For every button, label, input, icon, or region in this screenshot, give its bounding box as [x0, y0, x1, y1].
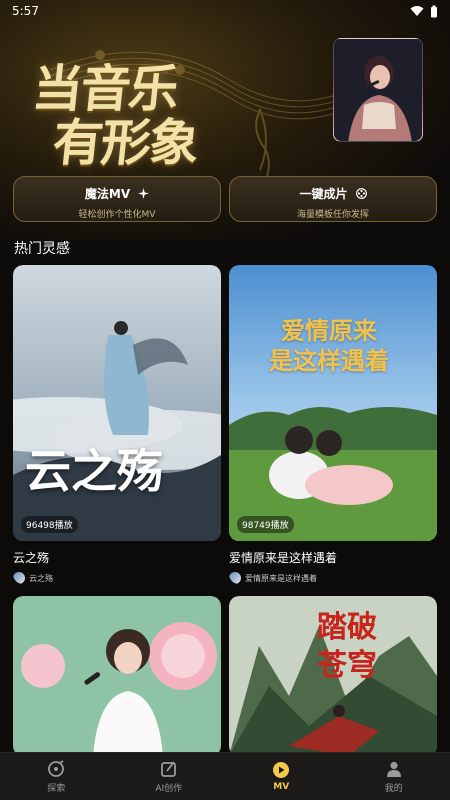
tab-mv-label: MV [273, 782, 290, 792]
section-title: 热门灵感 [14, 241, 70, 257]
inspiration-card[interactable]: 云之殇 96498播放 云之殇 云之殇 [13, 265, 221, 584]
magic-mv-subtitle: 轻松创作个性化MV [78, 210, 156, 220]
card-art-title-line2: 苍穹 [317, 648, 377, 683]
card-author: 云之殇 [13, 572, 221, 584]
inspiration-card[interactable] [13, 596, 221, 756]
card-art-title-line2: 是这样遇着 [269, 346, 389, 375]
sparkle-icon [138, 188, 150, 199]
hero-title-line2: 有形象 [50, 113, 201, 172]
card-title: 云之殇 [13, 551, 50, 565]
card-author-name: 云之殇 [29, 573, 53, 583]
profile-icon [386, 761, 401, 777]
inspiration-card[interactable]: 爱情原来 是这样遇着 98749播放 爱情原来是这样遇着 爱情原来是这样遇着 [229, 265, 437, 584]
one-click-film-title: 一键成片 [299, 187, 348, 201]
tab-mv[interactable]: MV [225, 753, 338, 800]
bottom-tab-bar: 探索 AI创作 MV 我的 [0, 752, 450, 800]
tab-explore-label: 探索 [47, 783, 66, 794]
avatar [229, 572, 241, 584]
play-count: 98749播放 [237, 516, 294, 533]
hero-singer-image [333, 38, 423, 142]
explore-icon [48, 759, 65, 777]
card-thumbnail: 云之殇 96498播放 [13, 265, 221, 541]
card-art-title: 云之殇 [25, 444, 163, 498]
status-bar: 5:57 [0, 0, 450, 22]
hero-title-line1: 当音乐 [29, 59, 180, 118]
status-time: 5:57 [12, 4, 39, 18]
card-author: 爱情原来是这样遇着 [229, 572, 437, 584]
card-thumbnail: 踏破 苍穹 [229, 596, 437, 756]
magic-mv-title: 魔法MV [84, 187, 131, 201]
card-author-name: 爱情原来是这样遇着 [245, 573, 317, 583]
card-thumbnail: 爱情原来 是这样遇着 98749播放 [229, 265, 437, 541]
play-count: 96498播放 [21, 516, 78, 533]
tab-profile-label: 我的 [384, 783, 403, 794]
film-reel-icon [355, 188, 367, 199]
avatar [13, 572, 25, 584]
magic-mv-card[interactable]: 魔法MV 轻松创作个性化MV [13, 176, 221, 222]
tab-ai-create[interactable]: AI创作 [113, 753, 226, 800]
battery-icon [431, 5, 437, 17]
card-thumbnail [13, 596, 221, 756]
tab-ai-create-label: AI创作 [155, 783, 183, 794]
wifi-icon [410, 6, 424, 16]
mv-play-icon [273, 762, 290, 778]
inspiration-card[interactable]: 踏破 苍穹 [229, 596, 437, 756]
one-click-film-card[interactable]: 一键成片 海量模板任你发挥 [229, 176, 437, 222]
tab-explore[interactable]: 探索 [0, 753, 113, 800]
hero-title: 当音乐 有形象 [24, 59, 205, 172]
tab-profile[interactable]: 我的 [338, 753, 450, 800]
ai-create-icon [160, 760, 176, 777]
one-click-film-subtitle: 海量模板任你发挥 [296, 210, 369, 220]
card-title: 爱情原来是这样遇着 [229, 551, 338, 565]
